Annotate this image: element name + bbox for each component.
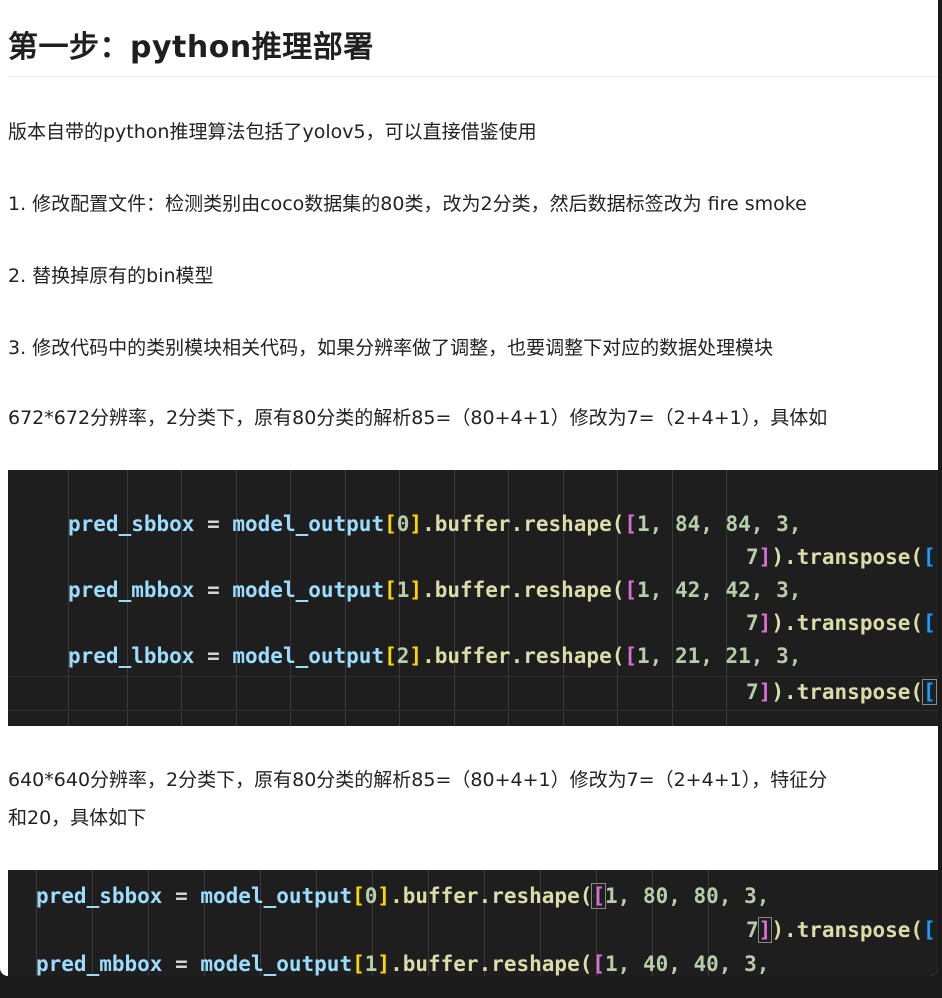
code-token-function: ).transpose( [771, 611, 924, 635]
code-token-index: 0 [364, 884, 378, 908]
intro-paragraph: 版本自带的python推理算法包括了yolov5，可以直接借鉴使用 [8, 121, 537, 143]
code-token-function: .buffer.reshape( [390, 952, 593, 976]
code-token-variable: pred_lbbox [68, 644, 195, 668]
resolution-672-paragraph: 672*672分辨率，2分类下，原有80分类的解析85=（80+4+1）修改为7… [8, 407, 828, 429]
code-token-function: .buffer.reshape( [422, 512, 625, 536]
code-token-args: 1, 21, 21, 3, [637, 644, 802, 668]
code-token-args: 1, 84, 84, 3, [637, 512, 802, 536]
code-token-function: .buffer.reshape( [422, 644, 625, 668]
code-token-args: 1, 80, 80, 3, [605, 884, 770, 908]
code-block-640: pred_sbbox = model_output[0].buffer.resh… [8, 870, 938, 976]
code-line: pred_sbbox = model_output[0].buffer.resh… [68, 512, 802, 536]
code-token-function: .buffer.reshape( [422, 578, 625, 602]
code-token-args: 1, 42, 42, 3, [637, 578, 802, 602]
code-line: pred_mbbox = model_output[1].buffer.resh… [36, 952, 770, 976]
step-3-paragraph: 3. 修改代码中的类别模块相关代码，如果分辨率做了调整，也要调整下对应的数据处理… [8, 337, 774, 359]
code-token-args: 1, 40, 40, 3, [605, 952, 770, 976]
code-token-object: model_output [200, 884, 353, 908]
code-token-object: model_output [232, 512, 385, 536]
code-line: 7]).transpose([ [746, 545, 936, 569]
code-token-function: ).transpose( [771, 918, 924, 942]
code-token-index: 0 [396, 512, 410, 536]
code-token-function: .buffer.reshape( [390, 884, 593, 908]
resolution-640-paragraph: 640*640分辨率，2分类下，原有80分类的解析85=（80+4+1）修改为7… [8, 769, 828, 791]
code-token-function: ).transpose( [771, 545, 924, 569]
article-page: 第一步：python推理部署 版本自带的python推理算法包括了yolov5，… [0, 0, 938, 976]
code-token-number: 7 [746, 680, 759, 704]
code-token-object: model_output [232, 578, 385, 602]
code-token-index: 2 [396, 644, 410, 668]
code-token-object: model_output [200, 952, 353, 976]
code-token-variable: pred_sbbox [68, 512, 195, 536]
code-token-object: model_output [232, 644, 385, 668]
code-token-index: 1 [396, 578, 410, 602]
resolution-640-paragraph-continued: 和20，具体如下 [8, 807, 147, 829]
heading-divider [8, 76, 938, 77]
code-line: pred_mbbox = model_output[1].buffer.resh… [68, 578, 802, 602]
code-token-operator: = [162, 952, 201, 976]
code-token-number: 7 [746, 918, 759, 942]
code-line: pred_sbbox = model_output[0].buffer.resh… [36, 883, 770, 909]
code-block-672: pred_sbbox = model_output[0].buffer.resh… [8, 470, 938, 726]
code-token-number: 7 [746, 611, 759, 635]
code-token-function: ).transpose( [771, 680, 924, 704]
step-1-paragraph: 1. 修改配置文件：检测类别由coco数据集的80类，改为2分类，然后数据标签改… [8, 193, 807, 215]
code-token-operator: = [162, 884, 201, 908]
code-token-variable: pred_sbbox [36, 884, 163, 908]
code-line: 7]).transpose([ [746, 679, 937, 705]
code-token-number: 7 [746, 545, 759, 569]
section-heading: 第一步：python推理部署 [8, 30, 374, 65]
code-token-index: 1 [364, 952, 378, 976]
code-line: 7]).transpose([ [746, 917, 936, 943]
step-2-paragraph: 2. 替换掉原有的bin模型 [8, 265, 214, 287]
code-line: pred_lbbox = model_output[2].buffer.resh… [68, 644, 802, 668]
code-token-variable: pred_mbbox [36, 952, 163, 976]
code-line: 7]).transpose([ [746, 611, 936, 635]
code-token-operator: = [194, 578, 233, 602]
code-token-variable: pred_mbbox [68, 578, 195, 602]
code-token-operator: = [194, 644, 233, 668]
code-token-operator: = [194, 512, 233, 536]
